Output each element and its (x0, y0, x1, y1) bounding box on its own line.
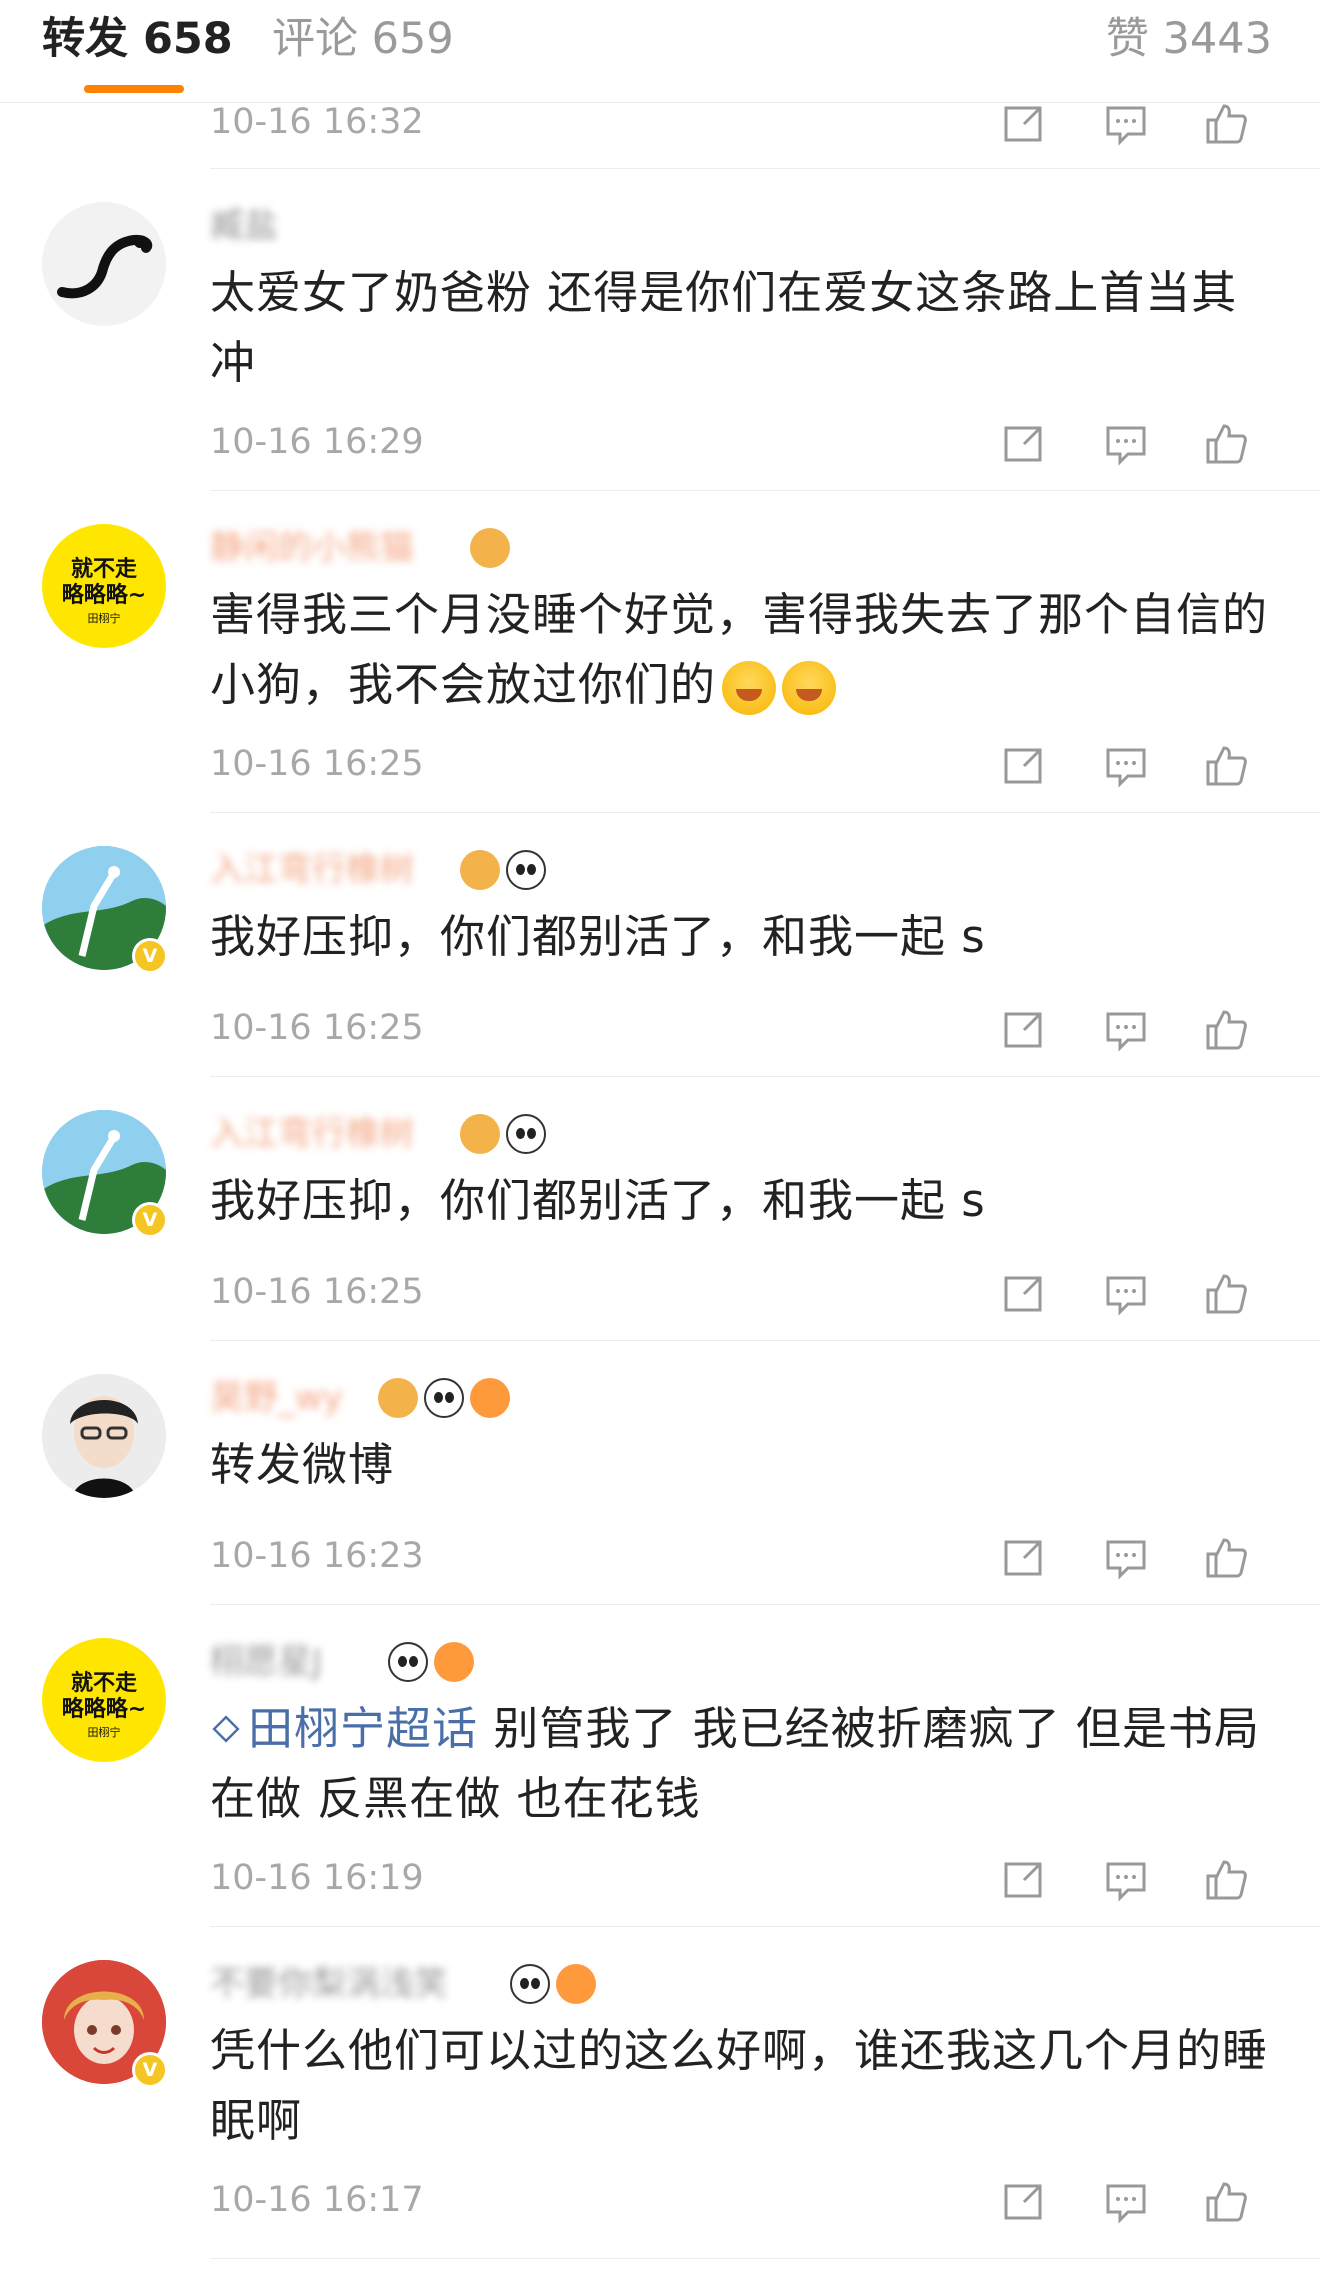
verified-badge-icon: V (132, 2052, 168, 2088)
username[interactable]: 栩愿星J (210, 1640, 322, 1684)
comment-icon[interactable] (1104, 1536, 1148, 1580)
timestamp: 10-16 16:32 (210, 102, 424, 142)
crown-badge-icon (460, 850, 500, 890)
comment-item: 昊野_wy 转发微博 10-16 16:23 (0, 1340, 1320, 1604)
timestamp: 10-16 16:25 (210, 1008, 424, 1048)
timestamp: 10-16 16:29 (210, 422, 424, 462)
verified-badge-icon: V (132, 938, 168, 974)
share-icon[interactable] (1002, 102, 1046, 146)
user-badges (378, 1376, 510, 1420)
comment-text: 我好压抑，你们都别活了，和我一起 s (210, 910, 986, 963)
timestamp: 10-16 16:25 (210, 744, 424, 784)
share-icon[interactable] (1002, 744, 1046, 788)
crown-badge-icon (460, 1114, 500, 1154)
like-icon[interactable] (1204, 1008, 1248, 1052)
comment-icon[interactable] (1104, 2180, 1148, 2224)
timestamp: 10-16 16:25 (210, 1272, 424, 1312)
topic-link[interactable]: 田栩宁超话 (210, 1702, 478, 1755)
comment-item: 臧盐 太爱女了奶爸粉 还得是你们在爱女这条路上首当其冲 10-16 16:29 (0, 168, 1320, 490)
share-icon[interactable] (1002, 1272, 1046, 1316)
username[interactable]: 昊野_wy (210, 1376, 343, 1420)
verified-badge-icon: V (132, 1202, 168, 1238)
avatar-text: 就不走 (71, 1670, 137, 1696)
crown-badge-icon (378, 1378, 418, 1418)
comment-text: 转发微博 (210, 1438, 395, 1491)
comment-icon[interactable] (1104, 1858, 1148, 1902)
comment-tabs-bar: 转发 658 评论 659 赞 3443 (0, 0, 1320, 103)
like-icon[interactable] (1204, 1536, 1248, 1580)
comment-item: V 不要你梨涡浅笑 凭什么他们可以过的这么好啊，谁还我这几个月的睡眠啊 10-1… (0, 1926, 1320, 2256)
share-icon[interactable] (1002, 1858, 1046, 1902)
user-badges (460, 1112, 546, 1156)
share-icon[interactable] (1002, 2180, 1046, 2224)
fish-badge-icon (434, 1642, 474, 1682)
comment-text: 我好压抑，你们都别活了，和我一起 s (210, 1174, 986, 1227)
avatar[interactable]: 就不走 略略略~ 田栩宁 (42, 524, 166, 648)
like-icon[interactable] (1204, 1272, 1248, 1316)
username[interactable]: 臧盐 (210, 204, 278, 248)
comment-item: 就不走 略略略~ 田栩宁 栩愿星J 田栩宁超话 别管我了 我已经被折磨疯了 但是书局… (0, 1604, 1320, 1926)
comment-text: 田栩宁超话 别管我了 我已经被折磨疯了 但是书局在做 反黑在做 也在花钱 (210, 1694, 1280, 1834)
username[interactable]: 静闲的小熊猫 (210, 526, 414, 570)
avatar[interactable]: 就不走 略略略~ 田栩宁 (42, 1638, 166, 1762)
tab-comment[interactable]: 评论 659 (272, 14, 454, 64)
smile-emoji-icon (782, 661, 837, 715)
like-icon[interactable] (1204, 102, 1248, 146)
avatar[interactable] (42, 202, 166, 326)
comment-icon[interactable] (1104, 744, 1148, 788)
comment-item: 就不走 略略略~ 田栩宁 静闲的小熊猫 害得我三个月没睡个好觉，害得我失去了那个自信… (0, 490, 1320, 812)
avatar-text: 田栩宁 (88, 1725, 121, 1739)
timestamp: 10-16 16:19 (210, 1858, 424, 1898)
username[interactable]: 入江弯行橡树 (210, 848, 414, 892)
panda-badge-icon (506, 850, 546, 890)
like-icon[interactable] (1204, 744, 1248, 788)
super-topic-icon (212, 1715, 240, 1743)
tab-repost[interactable]: 转发 658 (42, 14, 233, 64)
avatar-text: 略略略~ (62, 1696, 146, 1722)
list-item-partial: 10-16 16:32 (0, 98, 1320, 170)
divider (210, 2258, 1320, 2259)
share-icon[interactable] (1002, 422, 1046, 466)
tab-like[interactable]: 赞 3443 (1106, 14, 1272, 64)
active-tab-indicator (84, 85, 184, 93)
username[interactable]: 入江弯行橡树 (210, 1112, 414, 1156)
user-badges (388, 1640, 474, 1684)
smile-emoji-icon (722, 661, 777, 715)
user-badges (460, 848, 546, 892)
panda-badge-icon (506, 1114, 546, 1154)
like-icon[interactable] (1204, 1858, 1248, 1902)
fish-badge-icon (556, 1964, 596, 2004)
panda-badge-icon (510, 1964, 550, 2004)
like-icon[interactable] (1204, 422, 1248, 466)
comment-item: V 入江弯行橡树 我好压抑，你们都别活了，和我一起 s 10-16 16:25 (0, 1076, 1320, 1340)
panda-badge-icon (388, 1642, 428, 1682)
like-icon[interactable] (1204, 2180, 1248, 2224)
timestamp: 10-16 16:23 (210, 1536, 424, 1576)
timestamp: 10-16 16:17 (210, 2180, 424, 2220)
comment-icon[interactable] (1104, 1008, 1148, 1052)
comment-text: 凭什么他们可以过的这么好啊，谁还我这几个月的睡眠啊 (210, 2024, 1269, 2147)
topic-label: 田栩宁超话 (248, 1702, 479, 1755)
comment-icon[interactable] (1104, 102, 1148, 146)
avatar-text: 田栩宁 (88, 611, 121, 625)
username[interactable]: 不要你梨涡浅笑 (210, 1962, 448, 2006)
fish-badge-icon (470, 1378, 510, 1418)
avatar-text: 略略略~ (62, 582, 146, 608)
comment-item: V 入江弯行橡树 我好压抑，你们都别活了，和我一起 s 10-16 16:25 (0, 812, 1320, 1076)
comment-text: 太爱女了奶爸粉 还得是你们在爱女这条路上首当其冲 (210, 266, 1238, 389)
avatar-text: 就不走 (71, 556, 137, 582)
avatar[interactable] (42, 1374, 166, 1498)
comment-icon[interactable] (1104, 1272, 1148, 1316)
user-badges (470, 526, 510, 570)
share-icon[interactable] (1002, 1008, 1046, 1052)
crown-badge-icon (470, 528, 510, 568)
comment-text: 害得我三个月没睡个好觉，害得我失去了那个自信的小狗，我不会放过你们的 (210, 580, 1280, 720)
share-icon[interactable] (1002, 1536, 1046, 1580)
user-badges (510, 1962, 596, 2006)
panda-badge-icon (424, 1378, 464, 1418)
comment-icon[interactable] (1104, 422, 1148, 466)
